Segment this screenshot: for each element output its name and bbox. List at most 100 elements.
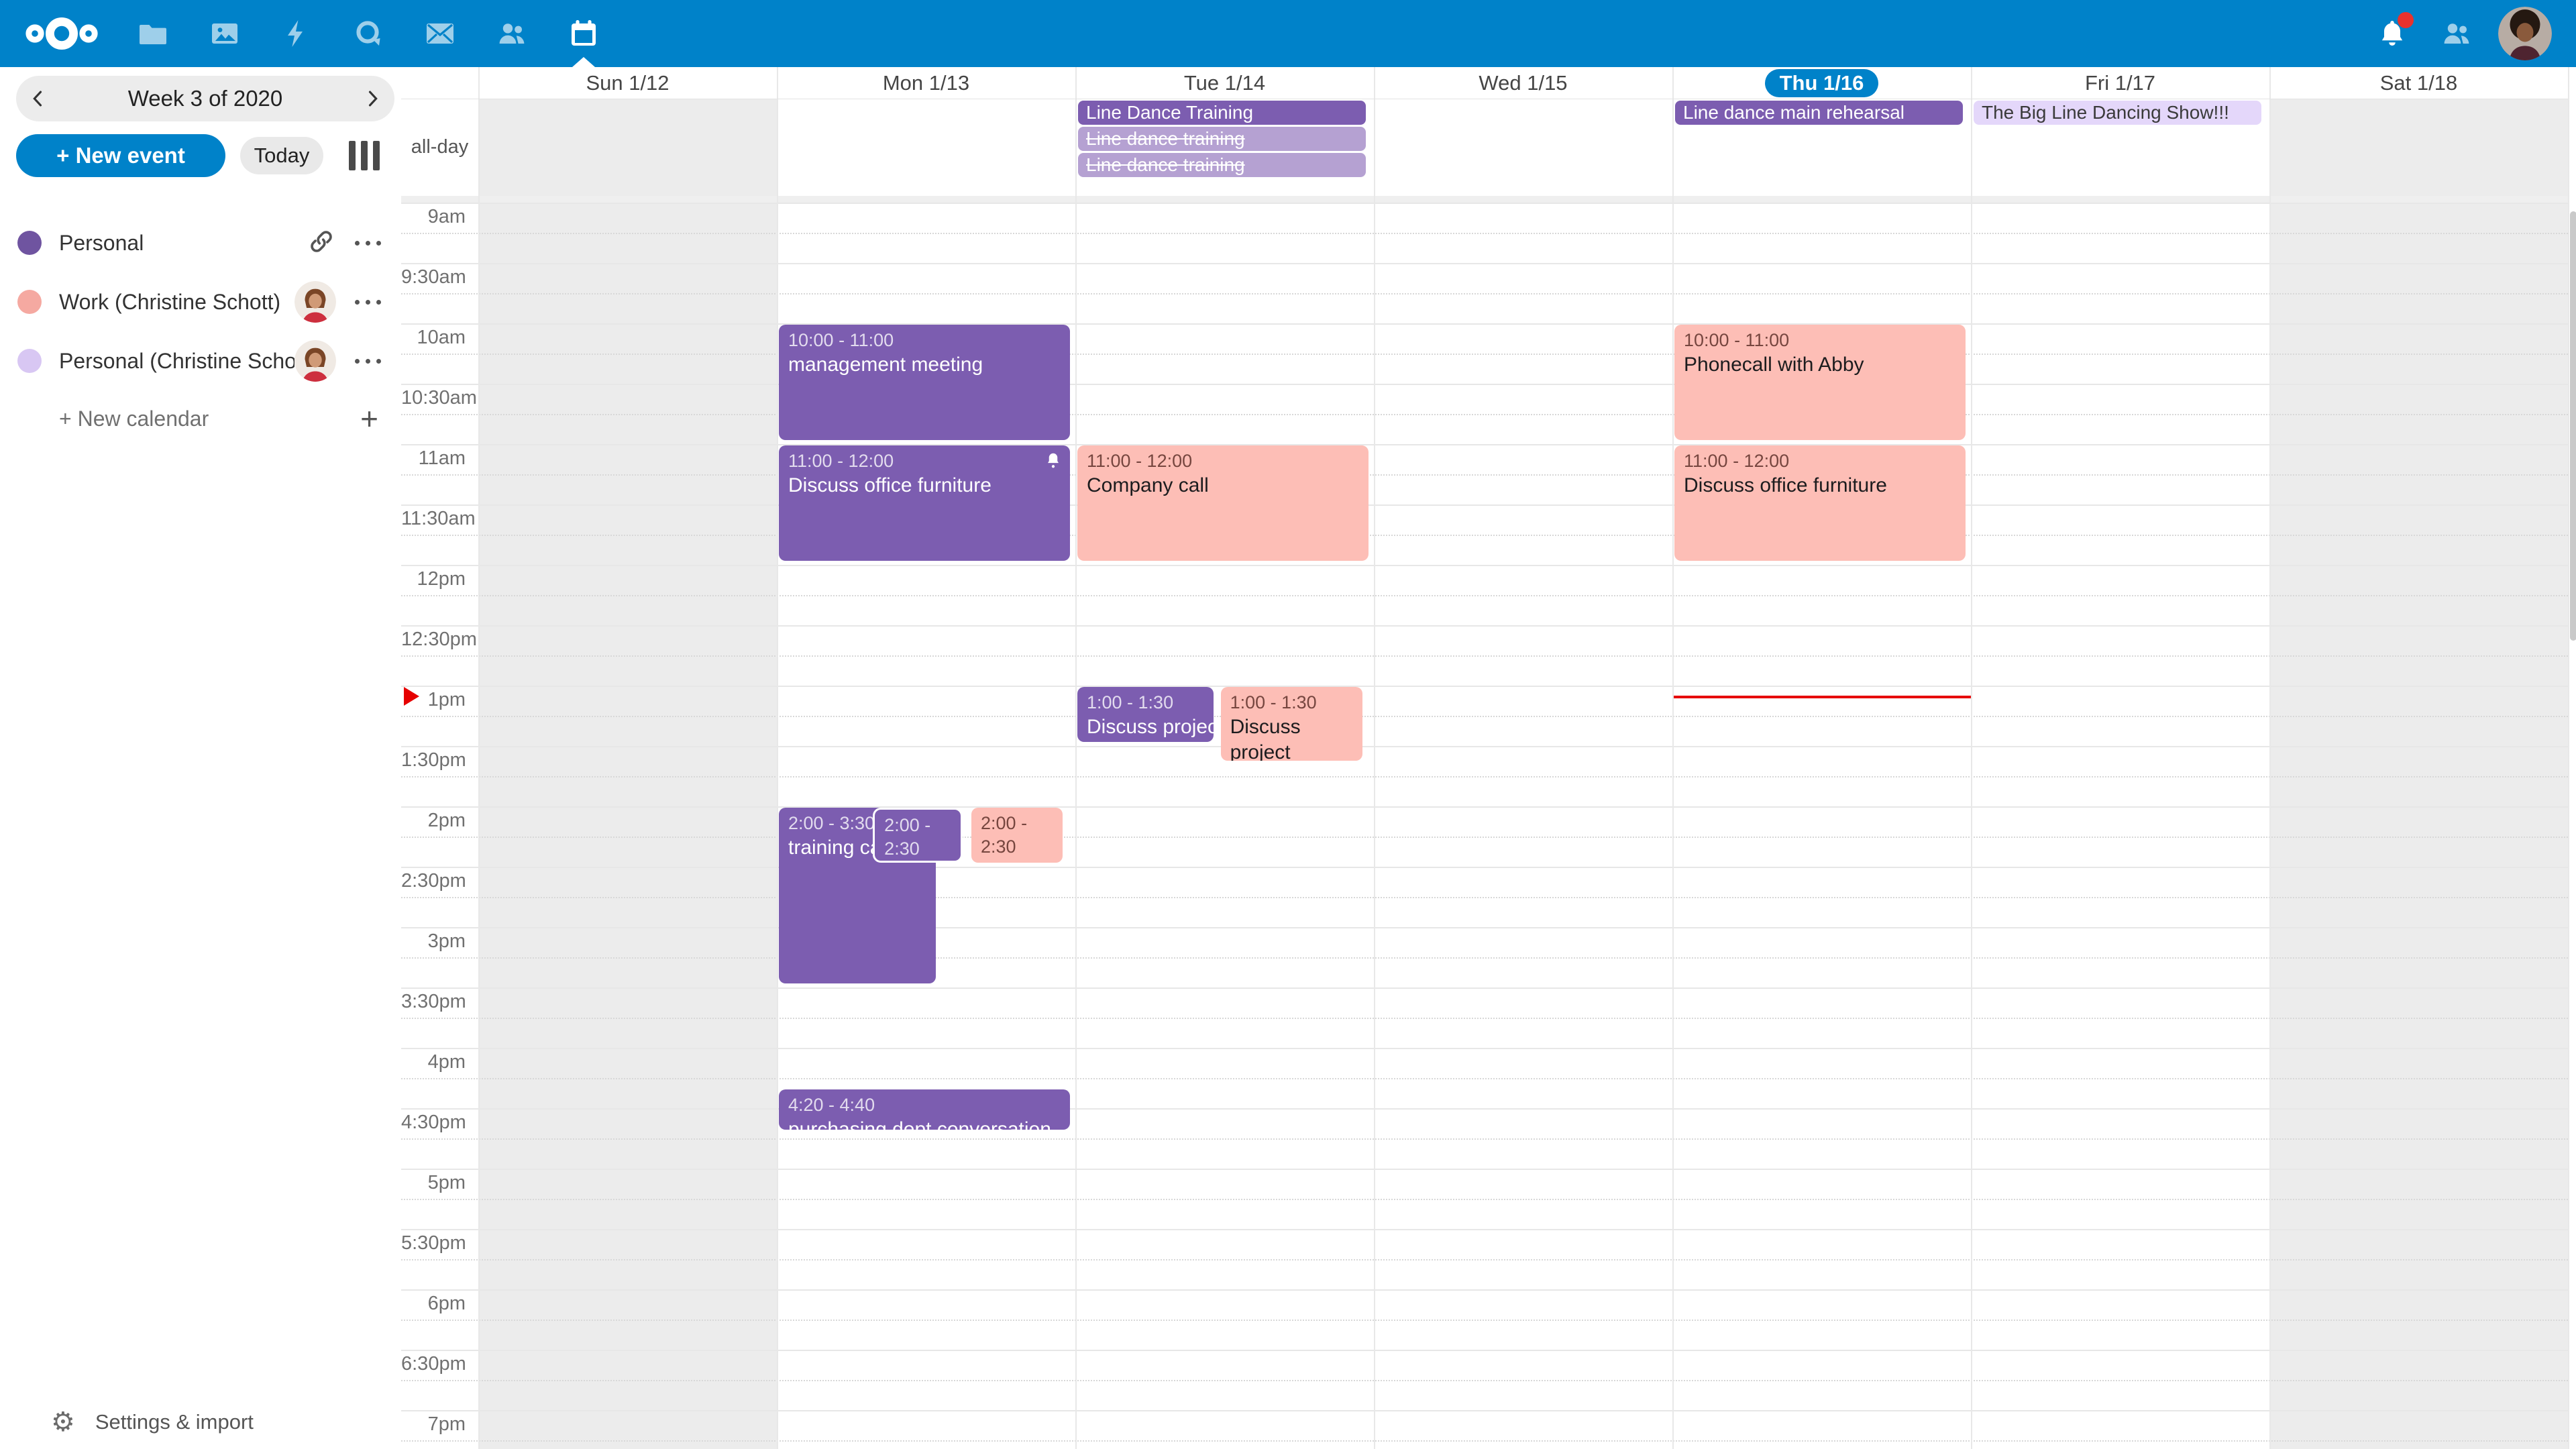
- day-header-mon[interactable]: Mon 1/13: [777, 67, 1075, 99]
- nextcloud-logo-icon[interactable]: [24, 15, 99, 52]
- quarter-hour-line: [401, 1320, 2568, 1321]
- hour-line: [401, 1289, 2568, 1291]
- all-day-event[interactable]: Line dance training: [1078, 153, 1366, 177]
- day-column-separator: [1672, 67, 1674, 1449]
- today-button[interactable]: Today: [240, 137, 323, 174]
- event-title: Discuss office furniture: [1684, 473, 1956, 498]
- shared-by-avatar: [294, 281, 336, 323]
- quarter-hour-line: [401, 1440, 2568, 1442]
- all-day-event[interactable]: Line Dance Training: [1078, 101, 1366, 125]
- all-day-event[interactable]: Line dance training: [1078, 127, 1366, 151]
- calendar-actions-menu-icon[interactable]: [354, 294, 382, 310]
- event-time: 2:00 - 2:30: [884, 814, 951, 861]
- time-label: 9am: [401, 206, 466, 228]
- current-week-label[interactable]: Week 3 of 2020: [60, 86, 350, 111]
- calendar-actions-menu-icon[interactable]: [354, 354, 382, 369]
- time-label: 4:30pm: [401, 1112, 466, 1134]
- calendar-list-item-personal-christine[interactable]: Personal (Christine Scho…: [0, 331, 401, 390]
- quarter-hour-line: [401, 535, 2568, 536]
- files-app-icon[interactable]: [137, 17, 169, 50]
- share-link-icon[interactable]: [307, 227, 336, 260]
- event-title: check-in: [981, 859, 1053, 863]
- hour-line: [401, 504, 2568, 506]
- activity-app-icon[interactable]: [280, 17, 313, 50]
- next-week-button[interactable]: [350, 76, 394, 121]
- weekend-shading: [2269, 99, 2568, 1449]
- notifications-bell-icon[interactable]: [2376, 17, 2408, 50]
- time-label: 10am: [401, 327, 466, 349]
- all-day-event[interactable]: The Big Line Dancing Show!!!: [1974, 101, 2261, 125]
- hour-line: [401, 1108, 2568, 1110]
- quarter-hour-line: [401, 293, 2568, 294]
- calendar-event[interactable]: 2:00 - 2:30check-in: [873, 808, 963, 863]
- calendar-list-item-personal[interactable]: Personal: [0, 213, 401, 272]
- hour-line: [401, 927, 2568, 928]
- calendar-event[interactable]: 1:00 - 1:30Discuss project announcement: [1077, 687, 1214, 742]
- scrollbar-thumb[interactable]: [2570, 211, 2576, 641]
- time-label: 6pm: [401, 1293, 466, 1315]
- event-time: 1:00 - 1:30: [1087, 691, 1204, 714]
- reminder-bell-icon: [1043, 451, 1063, 471]
- time-label: 3:30pm: [401, 991, 466, 1013]
- current-time-arrow-icon: [404, 687, 419, 706]
- calendar-list-item-work-christine[interactable]: Work (Christine Schott): [0, 272, 401, 331]
- day-column-separator: [1971, 67, 1972, 1449]
- hour-line: [401, 867, 2568, 868]
- calendar-actions-menu-icon[interactable]: [354, 235, 382, 251]
- calendar-app-icon[interactable]: [568, 17, 600, 50]
- time-label: 2pm: [401, 810, 466, 832]
- new-event-button[interactable]: + New event: [16, 134, 225, 177]
- all-day-event[interactable]: Line dance main rehearsal: [1675, 101, 1963, 125]
- calendar-event[interactable]: 1:00 - 1:30Discuss project announcement: [1221, 687, 1363, 761]
- day-column-separator: [1374, 67, 1375, 1449]
- week-switcher: Week 3 of 2020: [16, 76, 394, 121]
- time-label: 1:30pm: [401, 749, 466, 771]
- mail-app-icon[interactable]: [424, 17, 456, 50]
- event-title: purchasing dept conversation: [788, 1117, 1061, 1130]
- day-column-separator: [2568, 67, 2569, 1449]
- day-header-fri[interactable]: Fri 1/17: [1971, 67, 2269, 99]
- calendar-event[interactable]: 4:20 - 4:40purchasing dept conversation: [779, 1089, 1070, 1130]
- calendar-event[interactable]: 11:00 - 12:00Company call: [1077, 445, 1368, 561]
- day-header-sat[interactable]: Sat 1/18: [2269, 67, 2568, 99]
- day-header-thu[interactable]: Thu 1/16: [1672, 67, 1971, 99]
- event-time: 11:00 - 12:00: [788, 449, 1061, 473]
- day-header-tue[interactable]: Tue 1/14: [1075, 67, 1374, 99]
- calendar-event[interactable]: 10:00 - 11:00Phonecall with Abby: [1674, 325, 1966, 440]
- hour-line: [401, 384, 2568, 385]
- time-label: 11:30am: [401, 508, 466, 530]
- hour-line: [401, 1229, 2568, 1230]
- time-label: 12pm: [401, 568, 466, 590]
- previous-week-button[interactable]: [16, 76, 60, 121]
- calendar-event[interactable]: 10:00 - 11:00management meeting: [779, 325, 1070, 440]
- quarter-hour-line: [401, 1199, 2568, 1200]
- hour-line: [401, 323, 2568, 325]
- settings-and-import-button[interactable]: ⚙ Settings & import: [0, 1399, 401, 1446]
- day-column-separator: [2269, 67, 2271, 1449]
- calendar-color-dot: [17, 349, 42, 373]
- new-calendar-label: + New calendar: [59, 407, 360, 431]
- calendar-event[interactable]: 11:00 - 12:00Discuss office furniture: [1674, 445, 1966, 561]
- photos-app-icon[interactable]: [209, 17, 241, 50]
- day-column-separator: [478, 67, 480, 1449]
- hour-line: [401, 1350, 2568, 1351]
- time-label: 6:30pm: [401, 1353, 466, 1375]
- day-header-sun[interactable]: Sun 1/12: [478, 67, 777, 99]
- calendar-event[interactable]: 11:00 - 12:00Discuss office furniture: [779, 445, 1070, 561]
- contacts-menu-icon[interactable]: [2440, 17, 2473, 50]
- hour-line: [401, 1410, 2568, 1411]
- calendar-color-dot: [17, 231, 42, 255]
- app-sidebar: Week 3 of 2020 + New event Today Persona…: [0, 67, 401, 1449]
- view-mode-toggle-icon[interactable]: [349, 141, 380, 170]
- contacts-app-icon[interactable]: [496, 17, 528, 50]
- calendar-event[interactable]: 2:00 - 2:30check-in: [971, 808, 1063, 863]
- day-header-wed[interactable]: Wed 1/15: [1374, 67, 1672, 99]
- plus-icon[interactable]: +: [360, 403, 378, 434]
- quarter-hour-line: [401, 233, 2568, 234]
- new-calendar-button[interactable]: + New calendar +: [0, 390, 401, 447]
- user-avatar[interactable]: [2498, 7, 2552, 60]
- talk-app-icon[interactable]: [352, 17, 384, 50]
- active-app-marker: [572, 57, 595, 67]
- quarter-hour-line: [401, 1259, 2568, 1260]
- time-label: 4pm: [401, 1051, 466, 1073]
